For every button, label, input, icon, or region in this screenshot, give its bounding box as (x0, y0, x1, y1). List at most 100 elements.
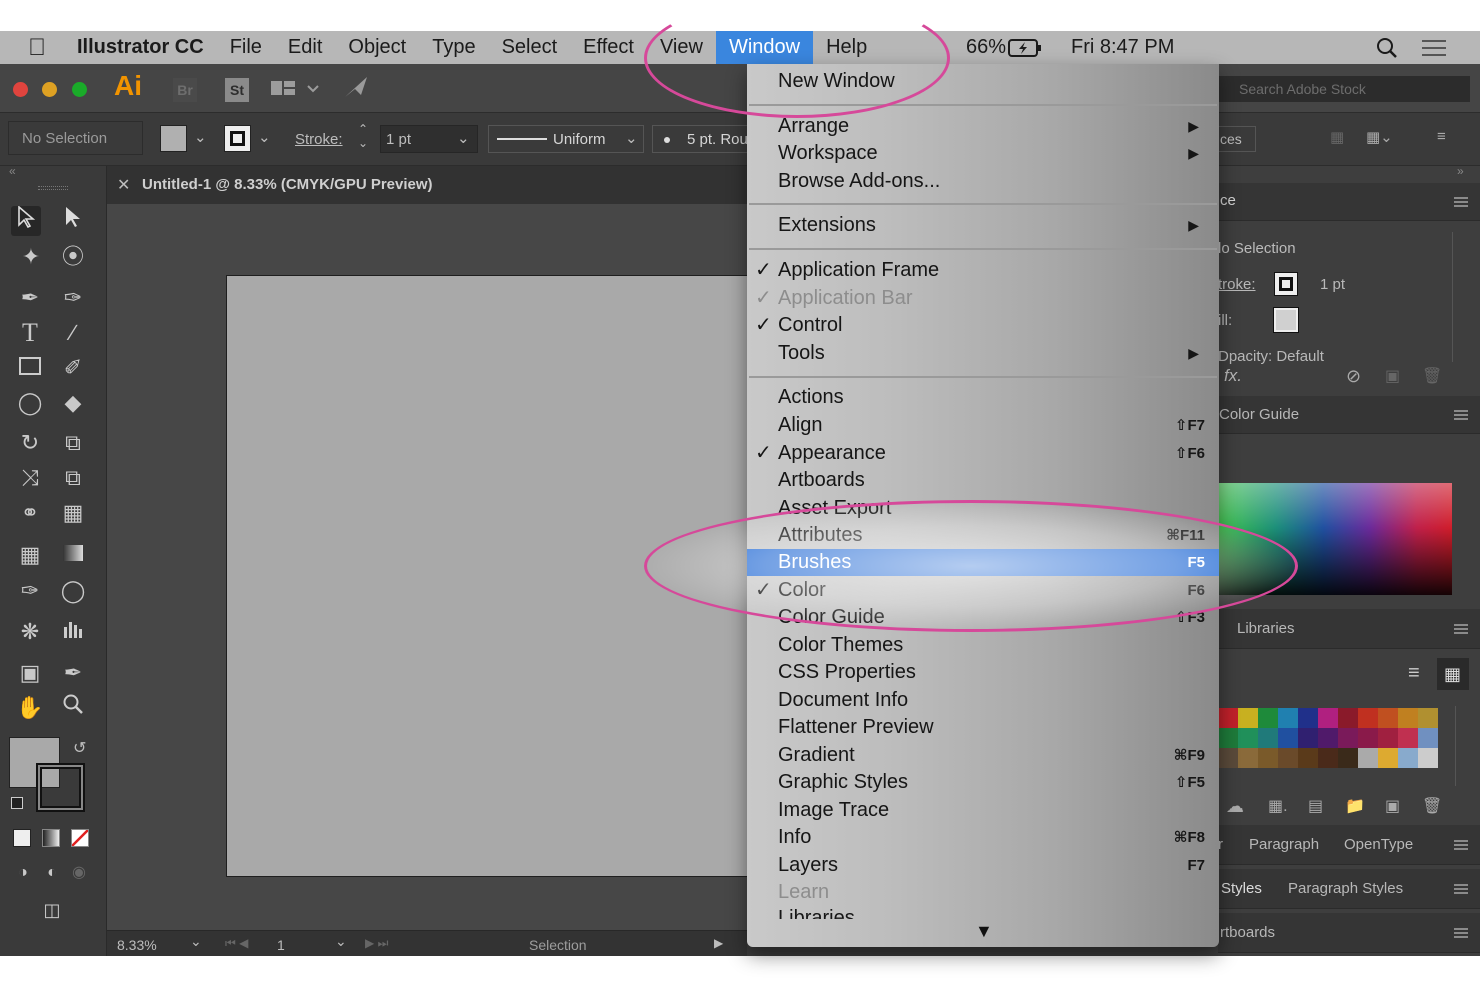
color-swatch[interactable] (1378, 708, 1398, 728)
artboards-tab[interactable]: rtboards (1220, 924, 1275, 941)
stroke-stepper-icon[interactable]: ⌃ ⌄ (358, 122, 368, 150)
rotate-tool-icon[interactable]: ↻ (15, 428, 45, 458)
hand-tool-icon[interactable]: ✋ (15, 693, 45, 723)
menu-effect[interactable]: Effect (570, 31, 647, 64)
shaper-tool-icon[interactable]: ◯ (15, 388, 45, 418)
color-swatch[interactable] (1318, 708, 1338, 728)
opacity-row[interactable]: Dpacity: Default (1218, 348, 1324, 365)
draw-normal-icon[interactable]: ◑ (8, 858, 38, 888)
fill-dropdown-chevron-icon[interactable]: ⌄ (194, 128, 207, 146)
menu-item-libraries[interactable]: Libraries (747, 905, 1219, 919)
bridge-button[interactable]: Br (173, 78, 197, 102)
color-swatch[interactable] (1378, 748, 1398, 768)
stroke-weight-field[interactable]: 1 pt ⌄ (380, 125, 478, 153)
column-graph-tool-icon[interactable] (58, 617, 88, 647)
menu-item-layers[interactable]: Layers F7 (747, 852, 1219, 879)
appearance-stroke-swatch[interactable] (1274, 272, 1298, 296)
color-swatch[interactable] (1358, 728, 1378, 748)
artboards-menu-icon[interactable] (1454, 928, 1468, 938)
artboard-tool-icon[interactable]: ▣ (15, 658, 45, 688)
brush-definition[interactable]: 5 pt. Rou (652, 125, 748, 153)
menu-type[interactable]: Type (419, 31, 488, 64)
pen-tool-icon[interactable]: ✒ (15, 283, 45, 313)
color-swatch[interactable] (1238, 708, 1258, 728)
color-swatch[interactable] (1258, 708, 1278, 728)
color-swatch[interactable] (1298, 748, 1318, 768)
swap-fill-stroke-icon[interactable]: ↺ (73, 738, 86, 758)
slice-tool-icon[interactable]: ✒ (58, 658, 88, 688)
color-swatch[interactable] (1298, 708, 1318, 728)
color-swatch[interactable] (1418, 728, 1438, 748)
default-colors-icon[interactable] (11, 797, 23, 809)
color-swatch[interactable] (1358, 748, 1378, 768)
menu-item-align[interactable]: Align ⇧F7 (747, 412, 1219, 439)
menu-item-document-info[interactable]: Document Info (747, 687, 1219, 714)
menu-item-artboards[interactable]: Artboards (747, 467, 1219, 494)
selection-tool-icon[interactable] (11, 205, 41, 236)
panel-options-icon[interactable]: ≡ (1437, 128, 1446, 145)
menu-item-appearance[interactable]: ✓ Appearance ⇧F6 (747, 440, 1219, 467)
color-swatch[interactable] (1358, 708, 1378, 728)
magic-wand-tool-icon[interactable]: ✦ (16, 242, 46, 272)
type-tool-icon[interactable]: T (15, 318, 45, 348)
free-transform-tool-icon[interactable]: ⧉ (58, 463, 88, 493)
eyedropper-tool-icon[interactable]: ✑ (15, 576, 45, 606)
stroke-color-swatch[interactable] (224, 125, 251, 152)
stroke-label[interactable]: Stroke: (295, 131, 343, 148)
menu-item-extensions[interactable]: Extensions ▶ (747, 212, 1219, 239)
spotlight-search-icon[interactable] (1376, 31, 1398, 64)
search-stock-field[interactable]: Search Adobe Stock (1218, 76, 1470, 102)
menu-item-learn[interactable]: Learn (747, 879, 1219, 906)
color-swatch[interactable] (1338, 748, 1358, 768)
add-effect-icon[interactable]: fx. (1224, 366, 1242, 386)
align-panel-icon[interactable]: ▦ (1330, 128, 1344, 146)
fill-color-swatch[interactable] (160, 125, 187, 152)
color-swatch[interactable] (1398, 748, 1418, 768)
color-swatch[interactable] (1278, 708, 1298, 728)
zoom-tool-icon[interactable] (58, 693, 88, 723)
stock-button[interactable]: St (225, 78, 249, 102)
notification-center-icon[interactable] (1420, 31, 1448, 64)
menu-item-image-trace[interactable]: Image Trace (747, 797, 1219, 824)
clear-appearance-icon[interactable]: ⊘ (1346, 366, 1361, 387)
delete-item-icon[interactable]: 🗑 (1422, 366, 1442, 386)
stroke-row-label[interactable]: troke: (1218, 276, 1256, 293)
styles-menu-icon[interactable] (1454, 884, 1468, 894)
color-swatch[interactable] (1258, 728, 1278, 748)
color-swatch[interactable] (1238, 728, 1258, 748)
duplicate-item-icon[interactable]: ▣ (1385, 366, 1400, 386)
stroke-dropdown-chevron-icon[interactable]: ⌄ (258, 128, 271, 146)
color-swatch[interactable] (1398, 728, 1418, 748)
menu-app-name[interactable]: Illustrator CC (64, 31, 217, 64)
collapse-panels-icon[interactable]: « (9, 164, 16, 178)
menu-edit[interactable]: Edit (275, 31, 335, 64)
close-window-button[interactable] (13, 82, 28, 97)
zoom-chevron-icon[interactable]: ⌄ (190, 933, 202, 950)
color-swatch[interactable] (1278, 728, 1298, 748)
menu-item-color-themes[interactable]: Color Themes (747, 632, 1219, 659)
paintbrush-tool-icon[interactable]: ✐ (58, 353, 88, 383)
apple-icon[interactable]:  (0, 31, 64, 64)
zoom-window-button[interactable] (72, 82, 87, 97)
color-swatch[interactable] (1338, 728, 1358, 748)
menubar-clock[interactable]: Fri 8:47 PM (1071, 31, 1174, 64)
gradient-mode-icon[interactable] (42, 829, 60, 847)
color-swatch[interactable] (1418, 708, 1438, 728)
swatch-libraries-icon[interactable]: ▦. (1268, 796, 1288, 816)
color-swatch[interactable] (1318, 748, 1338, 768)
cloud-library-icon[interactable]: ☁ (1226, 796, 1244, 817)
screen-mode-icon[interactable]: ◫ (37, 895, 67, 925)
appearance-fill-swatch[interactable] (1273, 307, 1299, 333)
variable-width-profile[interactable]: Uniform ⌄ (488, 125, 644, 153)
lasso-tool-icon[interactable]: ⦿ (58, 242, 88, 272)
width-tool-icon[interactable]: ⤨ (15, 463, 45, 493)
menu-item-flattener-preview[interactable]: Flattener Preview (747, 714, 1219, 741)
mesh-tool-icon[interactable]: ▦ (15, 540, 45, 570)
color-swatch[interactable] (1378, 728, 1398, 748)
line-segment-tool-icon[interactable]: ∕ (58, 318, 88, 348)
menu-item-graphic-styles[interactable]: Graphic Styles ⇧F5 (747, 769, 1219, 796)
character-styles-tab[interactable]: Styles (1221, 880, 1262, 897)
artboard-chevron-icon[interactable]: ⌄ (335, 933, 347, 950)
color-mode-icon[interactable] (13, 829, 31, 847)
first-artboard-icon[interactable]: ⏮ ◀ (225, 936, 248, 951)
